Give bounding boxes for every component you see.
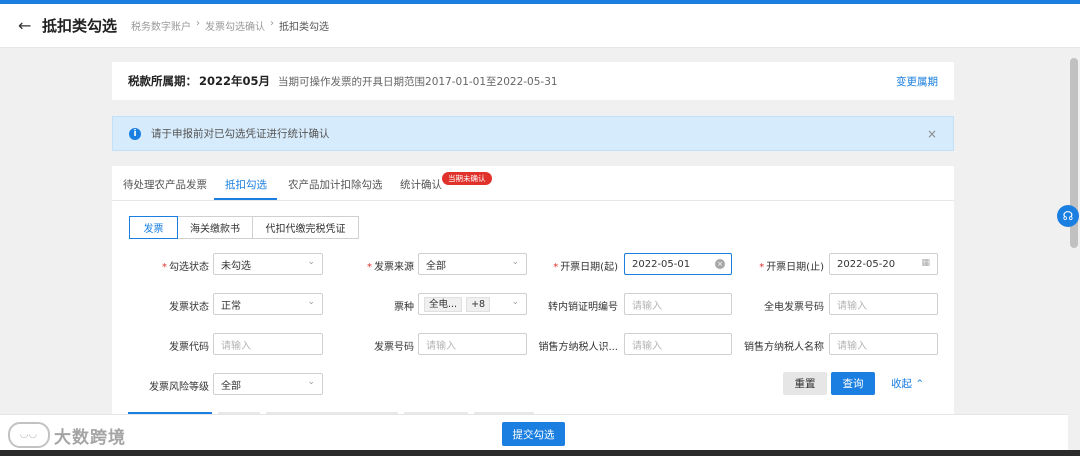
breadcrumb: 税务数字账户 › 发票勾选确认 › 抵扣类勾选: [131, 18, 329, 33]
full-elec-no-label: 全电发票号码: [764, 302, 824, 313]
full-elec-no-input[interactable]: 请输入: [829, 293, 938, 315]
back-arrow-icon[interactable]: ←: [18, 16, 34, 35]
chevron-down-icon: ⌄: [511, 257, 519, 267]
seller-name-label: 销售方纳税人名称: [744, 342, 824, 353]
reset-button[interactable]: 重置: [783, 372, 827, 395]
breadcrumb-current: 抵扣类勾选: [279, 22, 330, 33]
tab-agri-pending[interactable]: 待处理农产品发票: [123, 177, 207, 192]
ticket-type-multiselect[interactable]: 全电... +8 ⌄: [418, 293, 527, 315]
risk-level-select[interactable]: 全部 ⌄: [213, 373, 323, 395]
invoice-code-label: 发票代码: [169, 342, 209, 353]
seller-tax-id-label: 销售方纳税人识...: [538, 342, 618, 353]
status-badge: 当期未确认: [442, 172, 492, 185]
breadcrumb-separator-icon: ›: [196, 18, 201, 29]
tax-period-value: 2022年05月: [199, 74, 271, 88]
main-panel: 待处理农产品发票 抵扣勾选 农产品加计扣除勾选 统计确认 当期未确认 发票 海关…: [112, 166, 954, 416]
doc-type-customs[interactable]: 海关缴款书: [177, 216, 253, 239]
tax-period-bar: 税款所属期： 2022年05月 当期可操作发票的开具日期范围2017-01-01…: [112, 62, 954, 100]
active-tab-indicator: [214, 198, 277, 200]
collapse-toggle[interactable]: 收起 ⌃: [891, 376, 924, 391]
info-alert: i 请于申报前对已勾选凭证进行统计确认 ×: [112, 116, 954, 151]
ticket-type-tag: 全电...: [424, 296, 463, 312]
tab-deduction-check[interactable]: 抵扣勾选: [225, 177, 267, 192]
calendar-icon: ▦: [921, 258, 930, 268]
invoice-status-select[interactable]: 正常 ⌄: [213, 293, 323, 315]
invoice-no-input[interactable]: 请输入: [418, 333, 527, 355]
invoice-no-label: 发票号码: [374, 342, 414, 353]
os-taskbar: [0, 450, 1080, 456]
issue-date-start-label: * 开票日期(起): [553, 262, 618, 273]
headset-support-icon[interactable]: ☊: [1057, 205, 1079, 227]
invoice-source-label: * 发票来源: [367, 262, 414, 273]
tab-bar: 待处理农产品发票 抵扣勾选 农产品加计扣除勾选 统计确认 当期未确认: [112, 166, 954, 201]
chevron-down-icon: ⌄: [511, 297, 519, 307]
tax-period-range: 当期可操作发票的开具日期范围2017-01-01至2022-05-31: [278, 75, 558, 88]
chevron-up-icon: ⌃: [915, 378, 925, 390]
doc-type-segmented: 发票 海关缴款书 代扣代缴完税凭证: [129, 216, 359, 239]
page-title: 抵扣类勾选: [42, 17, 118, 35]
chevron-down-icon: ⌄: [307, 297, 315, 307]
watermark: ◡◡ 大数跨境: [8, 422, 126, 448]
watermark-logo-icon: ◡◡: [8, 422, 50, 448]
invoice-source-select[interactable]: 全部 ⌄: [418, 253, 527, 275]
seller-name-input[interactable]: 请输入: [829, 333, 938, 355]
doc-type-invoice[interactable]: 发票: [129, 216, 178, 239]
check-status-select[interactable]: 未勾选 ⌄: [213, 253, 323, 275]
doc-type-withholding[interactable]: 代扣代缴完税凭证: [252, 216, 359, 239]
info-icon: i: [129, 127, 141, 140]
transfer-no-input[interactable]: 请输入: [624, 293, 732, 315]
invoice-code-input[interactable]: 请输入: [213, 333, 323, 355]
breadcrumb-separator-icon: ›: [270, 18, 275, 29]
watermark-text: 大数跨境: [54, 427, 126, 448]
check-status-label: * 勾选状态: [162, 262, 209, 273]
ticket-type-label: 票种: [394, 302, 414, 313]
risk-level-label: 发票风险等级: [149, 382, 209, 393]
change-period-link[interactable]: 变更属期: [896, 74, 938, 89]
breadcrumb-item[interactable]: 发票勾选确认: [205, 18, 265, 33]
issue-date-end-label: * 开票日期(止): [759, 262, 824, 273]
ticket-type-more-tag: +8: [466, 296, 491, 312]
submit-check-button[interactable]: 提交勾选: [502, 422, 565, 446]
chevron-down-icon: ⌄: [307, 257, 315, 267]
issue-date-end-input[interactable]: 2022-05-20 ▦: [829, 253, 938, 275]
tax-period-label: 税款所属期：: [128, 74, 197, 88]
clear-icon[interactable]: ×: [715, 259, 725, 269]
issue-date-start-input[interactable]: 2022-05-01 ×: [624, 253, 732, 275]
invoice-status-label: 发票状态: [169, 302, 209, 313]
tab-agri-extra-deduction[interactable]: 农产品加计扣除勾选: [288, 177, 383, 192]
alert-message: 请于申报前对已勾选凭证进行统计确认: [151, 128, 330, 140]
seller-tax-id-input[interactable]: 请输入: [624, 333, 732, 355]
page-scrollbar[interactable]: [1068, 48, 1080, 456]
tab-stat-confirm[interactable]: 统计确认: [400, 177, 442, 192]
chevron-down-icon: ⌄: [307, 377, 315, 387]
footer-bar: ◡◡ 大数跨境 提交勾选: [0, 414, 1068, 450]
transfer-no-label: 转内销证明编号: [548, 302, 618, 313]
query-button[interactable]: 查询: [831, 372, 875, 395]
close-icon[interactable]: ×: [927, 127, 937, 141]
breadcrumb-item[interactable]: 税务数字账户: [131, 18, 191, 33]
page-header: ← 抵扣类勾选 税务数字账户 › 发票勾选确认 › 抵扣类勾选: [0, 4, 1080, 48]
